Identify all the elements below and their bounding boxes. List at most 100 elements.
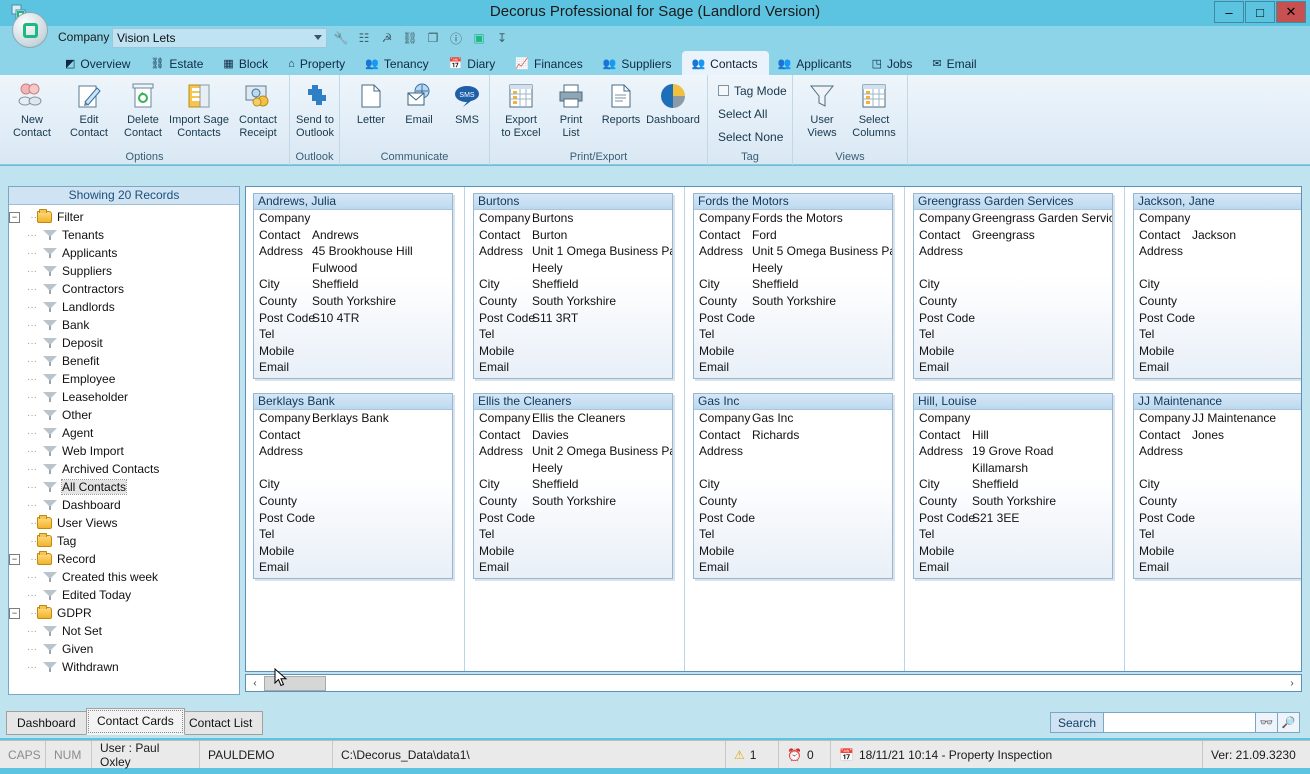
ribbon-tab-email[interactable]: ✉ Email [923,51,987,75]
tree-item-leaseholder[interactable]: ··· Leaseholder [9,388,239,406]
tree-item-agent[interactable]: ··· Agent [9,424,239,442]
tree-item-archived-contacts[interactable]: ··· Archived Contacts [9,460,239,478]
overflow-chevron-icon[interactable]: ↧ [493,29,511,47]
contact-card[interactable]: Jackson, Jane Company Contact Jackson Addres… [1133,193,1301,379]
cards-horizontal-scrollbar[interactable]: ‹ › [245,674,1302,692]
tree-item-withdrawn[interactable]: ··· Withdrawn [9,658,239,676]
ribbon-tab-applicants[interactable]: 👥 Applicants [769,51,863,75]
status-reminder[interactable]: 📅 18/11/21 10:14 - Property Inspection [831,741,1203,768]
tab-contact-cards[interactable]: Contact Cards [86,708,185,735]
tree-item-suppliers[interactable]: ··· Suppliers [9,262,239,280]
select-none-button[interactable]: Select None [718,130,783,144]
tree-item-other[interactable]: ··· Other [9,406,239,424]
tree-item-created-this-week[interactable]: ··· Created this week [9,568,239,586]
contact-receipt-button[interactable]: Contact Receipt [230,79,286,147]
tree-item-bank[interactable]: ··· Bank [9,316,239,334]
new-contact-button[interactable]: New Contact [4,79,60,147]
status-warnings[interactable]: ⚠ 1 [726,741,779,768]
ribbon-tab-property[interactable]: ⌂ Property [279,51,356,75]
edit-contact-button[interactable]: Edit Contact [62,79,116,147]
contact-card[interactable]: Burtons Company Burtons Contact Burton Addres… [473,193,673,379]
tree-item-all-contacts[interactable]: ··· All Contacts [9,478,239,496]
contact-card[interactable]: Ellis the Cleaners Company Ellis the Clean… [473,393,673,579]
tree-item-employee[interactable]: ··· Employee [9,370,239,388]
tree-item-edited-today[interactable]: ··· Edited Today [9,586,239,604]
hierarchy-icon[interactable]: ⛓ [401,29,419,47]
tree-item-gdpr[interactable]: − ·· GDPR [9,604,239,622]
user-views-button[interactable]: User Views [795,79,849,147]
tab-contact-list[interactable]: Contact List [178,711,264,735]
close-button[interactable]: ✕ [1276,1,1306,23]
contact-card[interactable]: Andrews, Julia Company Contact Andrews Addre… [253,193,453,379]
ribbon-tab-block[interactable]: ▦ Block [214,51,279,75]
ribbon-tab-tenancy[interactable]: 👥 Tenancy [356,51,439,75]
calendar-tasks-icon[interactable]: ☭ [378,29,396,47]
minimize-button[interactable]: – [1214,1,1244,23]
help-icon[interactable]: ⓘ [447,29,465,47]
maximize-button[interactable]: □ [1245,1,1275,23]
company-select[interactable]: Vision Lets [112,28,327,48]
tree-item-record[interactable]: − ·· Record [9,550,239,568]
wrench-icon[interactable]: 🔧 [332,29,350,47]
tree-item-deposit[interactable]: ··· Deposit [9,334,239,352]
ribbon-tab-jobs[interactable]: ◳ Jobs [863,51,924,75]
tree-item-not-set[interactable]: ··· Not Set [9,622,239,640]
ribbon-tab-diary[interactable]: 📅 Diary [440,51,507,75]
expander-icon[interactable]: − [9,211,20,223]
tag-mode-checkbox[interactable]: Tag Mode [718,84,787,98]
expander-icon[interactable]: − [9,553,20,565]
documents-icon[interactable]: ❐ [424,29,442,47]
scroll-left-arrow-icon[interactable]: ‹ [246,675,264,691]
advanced-search-icon[interactable]: 🔎 [1278,712,1300,733]
contact-card[interactable]: Gas Inc Company Gas Inc Contact Richards Addr… [693,393,893,579]
scrollbar-track[interactable] [326,675,1283,691]
scroll-right-arrow-icon[interactable]: › [1283,675,1301,691]
tree-item-dashboard[interactable]: ··· Dashboard [9,496,239,514]
contact-card[interactable]: Hill, Louise Company Contact Hill Address 19 … [913,393,1113,579]
tree-item-contractors[interactable]: ··· Contractors [9,280,239,298]
search-glasses-icon[interactable]: 👓 [1256,712,1278,733]
email-button[interactable]: Email [392,79,446,147]
tree-item-tenants[interactable]: ··· Tenants [9,226,239,244]
ribbon-tab-overview[interactable]: ◩ Overview [56,51,141,75]
contact-card-field: Company [914,410,1112,427]
reports-button[interactable]: Reports [594,79,648,147]
tree-item-filter[interactable]: − ·· Filter [9,208,239,226]
contact-card[interactable]: JJ Maintenance Company JJ Maintenance Conta… [1133,393,1301,579]
contact-card-field: Address 45 Brookhouse Hill [254,243,452,260]
search-label[interactable]: Search [1049,712,1104,733]
tree-item-tag[interactable]: ·· Tag [9,532,239,550]
tree-item-given[interactable]: ··· Given [9,640,239,658]
contact-card[interactable]: Berklays Bank Company Berklays Bank Contact… [253,393,453,579]
green-square-icon[interactable]: ▣ [470,29,488,47]
tree-item-benefit[interactable]: ··· Benefit [9,352,239,370]
contact-card-field-value: Berklays Bank [312,411,389,425]
letter-button[interactable]: Letter [344,79,398,147]
contact-card[interactable]: Fords the Motors Company Fords the Motors C… [693,193,893,379]
tree-item-web-import[interactable]: ··· Web Import [9,442,239,460]
ribbon-tab-estate[interactable]: ⛓ Estate [141,51,214,75]
ribbon-tab-suppliers[interactable]: 👥 Suppliers [594,51,683,75]
contact-card-field-label: Tel [699,527,715,542]
send-to-outlook-button[interactable]: Send to Outlook [288,79,342,147]
select-columns-button[interactable]: Select Columns [845,79,903,147]
delete-contact-button[interactable]: Delete Contact [116,79,170,147]
import-sage-contacts-button[interactable]: Import Sage Contacts [168,79,230,147]
dashboard-button[interactable]: Dashboard [642,79,704,147]
print-list-button[interactable]: Print List [544,79,598,147]
contact-card-field-label: Contact [919,427,961,442]
contact-card[interactable]: Greengrass Garden Services Company Greengr… [913,193,1113,379]
tree-item-applicants[interactable]: ··· Applicants [9,244,239,262]
notes-icon[interactable]: ☷ [355,29,373,47]
search-input[interactable] [1104,712,1256,733]
ribbon-tab-contacts[interactable]: 👥 Contacts [682,51,769,75]
select-all-button[interactable]: Select All [718,107,767,121]
sms-button[interactable]: SMS SMS [440,79,494,147]
tree-item-landlords[interactable]: ··· Landlords [9,298,239,316]
tree-item-user-views[interactable]: ·· User Views [9,514,239,532]
ribbon-tab-finances[interactable]: 📈 Finances [506,51,593,75]
export-to-excel-button[interactable]: Export to Excel [494,79,548,147]
tab-dashboard[interactable]: Dashboard [6,711,87,735]
status-alarms[interactable]: ⏰ 0 [779,741,831,768]
expander-icon[interactable]: − [9,607,20,619]
